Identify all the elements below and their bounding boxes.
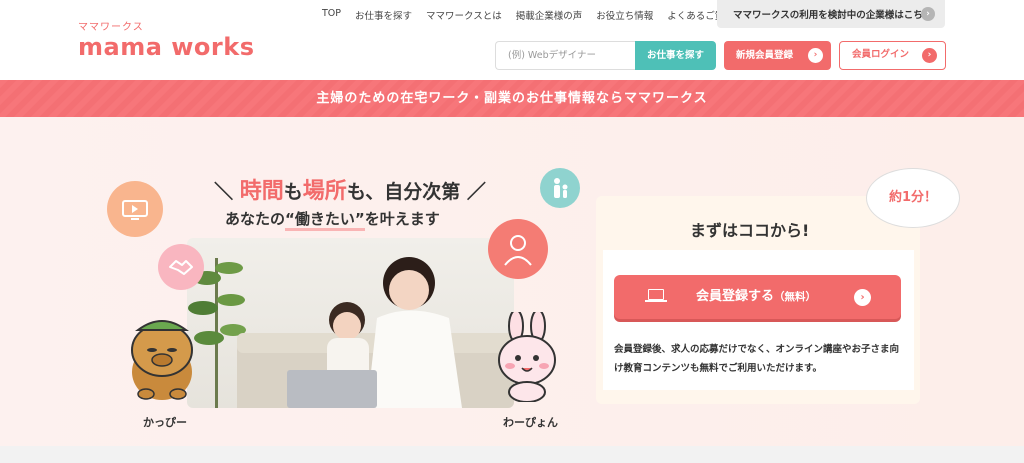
arrow-right-icon: › — [808, 48, 823, 63]
mother-child-photo — [188, 257, 514, 408]
mascot-label-right: わーぴょん — [503, 416, 558, 429]
arrow-right-icon: › — [854, 289, 871, 306]
signup-card-description: 会員登録後、求人の応募だけでなく、オンライン講座やお子さま向け教育コンテンツも無… — [614, 344, 900, 374]
signup-card-title: まずはココから! — [690, 221, 810, 240]
login-button-label: 会員ログイン — [852, 49, 910, 60]
kappy-mascot — [131, 320, 193, 400]
monitor-icon — [107, 181, 163, 237]
register-button-label: 会員登録する（無料） — [696, 275, 816, 319]
nav-top[interactable]: TOP — [322, 8, 341, 22]
subline-highlight: “働きたい” — [285, 210, 365, 231]
hero-photo — [187, 238, 514, 408]
laptop-icon — [645, 289, 667, 302]
headline-mid1: も — [283, 181, 303, 203]
family-icon — [540, 168, 580, 208]
headline-mid2: も、自分次第 ／ — [346, 181, 486, 203]
footer-strip — [0, 446, 1024, 463]
headline-place: 場所 — [302, 179, 347, 204]
time-bubble: 約1分！ — [866, 168, 960, 228]
corporate-link[interactable]: ママワークスの利用を検討中の企業様はこちら › — [717, 0, 945, 28]
headline-time: 時間 — [239, 179, 284, 204]
hero-subline: あなたの“働きたい”を叶えます — [225, 208, 440, 231]
corporate-link-label: ママワークスの利用を検討中の企業様はこちら — [733, 10, 933, 21]
mascot-label-left: かっぴー — [143, 416, 187, 429]
login-button[interactable]: 会員ログイン › — [839, 41, 946, 70]
site-logo[interactable]: ママワークス mama works — [78, 22, 255, 60]
subline-suffix: を叶えます — [364, 210, 440, 228]
signup-button[interactable]: 新規会員登録 › — [724, 41, 831, 70]
register-sub: （無料） — [774, 291, 817, 303]
tagline-banner: 主婦のための在宅ワーク・副業のお仕事情報ならママワークス — [0, 80, 1024, 117]
subline-prefix: あなたの — [225, 210, 286, 228]
hero-headline: ＼ 時間も場所も、自分次第 ／ — [200, 173, 500, 205]
arrow-right-icon: › — [922, 48, 937, 63]
arrow-right-icon: › — [921, 7, 935, 21]
register-main: 会員登録する — [696, 289, 775, 304]
search-button[interactable]: お仕事を探す — [635, 41, 716, 70]
nav-testimonials[interactable]: 掲載企業様の声 — [516, 8, 583, 22]
nav-find-jobs[interactable]: お仕事を探す — [355, 8, 412, 22]
signup-button-label: 新規会員登録 — [736, 50, 794, 61]
wapyon-mascot — [498, 312, 556, 402]
nav-tips[interactable]: お役立ち情報 — [596, 8, 653, 22]
person-icon — [488, 219, 548, 279]
logo-main: mama works — [78, 33, 255, 61]
nav-about[interactable]: ママワークスとは — [426, 8, 502, 22]
headline-prefix: ＼ — [214, 181, 240, 203]
register-button[interactable]: 会員登録する（無料） › — [614, 275, 901, 319]
top-nav: TOP お仕事を探す ママワークスとは 掲載企業様の声 お役立ち情報 よくあるご… — [322, 8, 734, 22]
search-input[interactable]: (例) Webデザイナー — [495, 41, 635, 70]
handshake-icon — [158, 244, 204, 290]
